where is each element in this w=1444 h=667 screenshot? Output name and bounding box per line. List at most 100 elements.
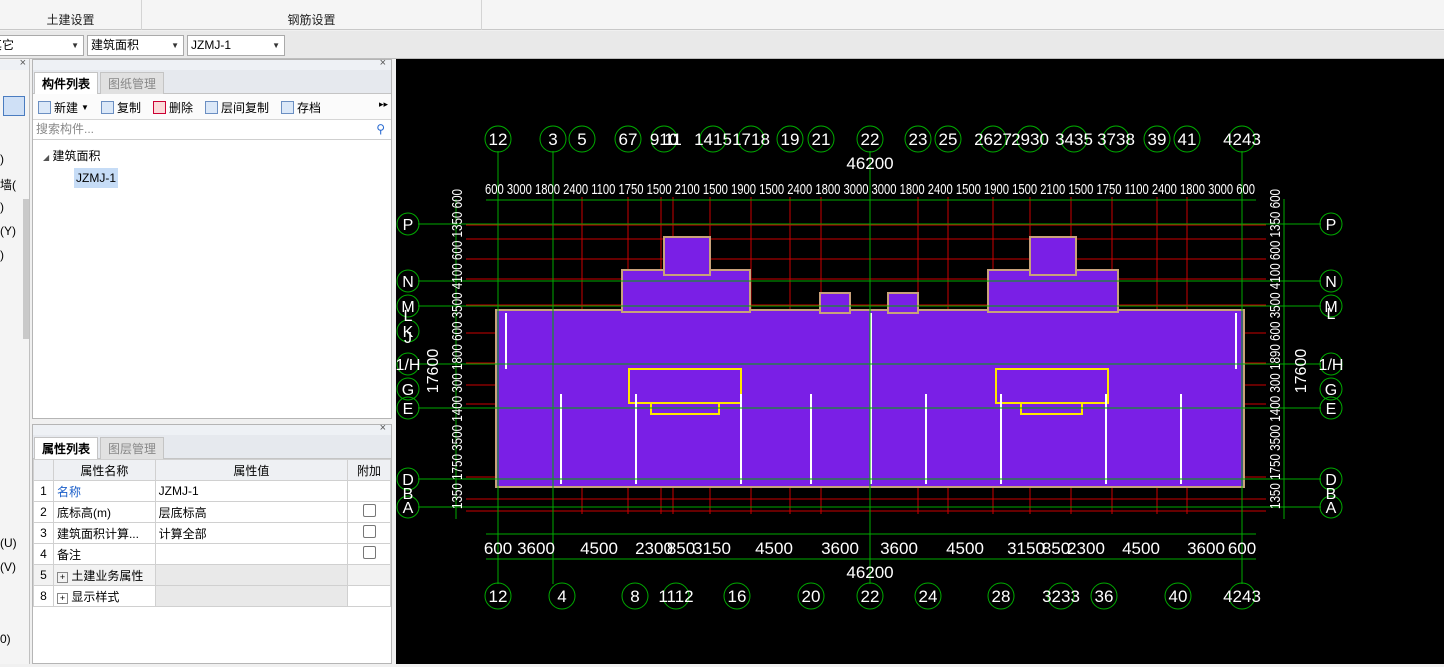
property-value — [154, 564, 349, 586]
component-search-input[interactable]: 搜索构件... ⚲ — [33, 120, 391, 140]
axis-label: G — [402, 382, 414, 399]
tree-root[interactable]: ◢ 建筑面积 — [43, 147, 101, 164]
archive-button[interactable]: 存档 — [281, 99, 321, 116]
floor-select[interactable]: 其它 ▼ — [0, 35, 84, 56]
extra-cell — [347, 522, 391, 544]
nav-item[interactable]: ) — [0, 200, 4, 214]
property-name: 建筑面积计算... — [52, 522, 156, 544]
axis-label: 24 — [919, 587, 938, 606]
left-dimension-string: 1350 1750 3500 1400 300 1800 600 3500 41… — [449, 189, 466, 509]
new-button[interactable]: 新建 ▼ — [38, 99, 89, 116]
nav-item[interactable]: (Y) — [0, 224, 16, 238]
axis-label: 12 — [489, 130, 508, 149]
nav-item[interactable]: (U) — [0, 536, 17, 550]
axis-label: 8 — [630, 587, 639, 606]
table-row[interactable]: 8 + 显示样式 — [33, 585, 391, 607]
axis-label: E — [403, 401, 414, 418]
property-name-cell: + 显示样式 — [52, 585, 156, 607]
copy-button[interactable]: 复制 — [101, 99, 141, 116]
tab-drawing-management[interactable]: 图纸管理 — [100, 72, 165, 94]
table-row[interactable]: 5 + 土建业务属性 — [33, 564, 391, 586]
component-tabs: 构件列表 图纸管理 — [33, 70, 391, 94]
axis-label: 16 — [728, 587, 747, 606]
floor-copy-label: 层间复制 — [221, 101, 270, 115]
table-row[interactable]: 1 名称 JZMJ-1 — [33, 480, 391, 502]
axis-label: 2930 — [1011, 130, 1049, 149]
table-row[interactable]: 3 建筑面积计算... 计算全部 — [33, 522, 391, 544]
dimension-label: 3600 — [517, 539, 555, 558]
rebar-settings-group[interactable]: 钢筋设置 — [142, 0, 482, 30]
axis-label: 20 — [802, 587, 821, 606]
right-total-dimension: 17600 — [1293, 349, 1310, 394]
axis-label: 1/H — [1319, 357, 1344, 374]
expand-icon[interactable]: ◢ — [43, 153, 49, 162]
delete-button[interactable]: 删除 — [153, 99, 193, 116]
right-dimension-string: 1350 1750 3500 1400 300 1890 600 3500 41… — [1267, 189, 1284, 509]
tab-component-list[interactable]: 构件列表 — [34, 72, 99, 94]
drawing-canvas[interactable]: 12 3 5 67 910 11 1415 1718 19 21 22 23 2… — [396, 59, 1444, 664]
nav-item[interactable]: (V) — [0, 560, 16, 574]
dimension-label: 3600 — [1187, 539, 1225, 558]
close-icon[interactable]: × — [380, 57, 386, 69]
dimension-label: 3150 — [1007, 539, 1045, 558]
axis-label: A — [1326, 500, 1337, 517]
floor-plan[interactable]: 12 3 5 67 910 11 1415 1718 19 21 22 23 2… — [396, 59, 1444, 664]
property-value[interactable]: 计算全部 — [154, 522, 349, 544]
header-name: 属性名称 — [52, 459, 156, 481]
property-value[interactable] — [154, 543, 349, 565]
delete-icon — [153, 101, 166, 114]
tab-property-list[interactable]: 属性列表 — [34, 437, 99, 459]
top-dimension-string: 600 3000 1800 2400 1100 1750 1500 2100 1… — [485, 181, 1255, 198]
dimension-label: 3600 — [821, 539, 859, 558]
extra-checkbox[interactable] — [362, 525, 376, 538]
floor-copy-button[interactable]: 层间复制 — [205, 99, 269, 116]
axis-label: 4243 — [1223, 130, 1261, 149]
dimension-label: 4500 — [1122, 539, 1160, 558]
chevron-down-icon: ▼ — [272, 41, 280, 50]
search-icon[interactable]: ⚲ — [376, 120, 385, 139]
component-select[interactable]: JZMJ-1 ▼ — [187, 35, 285, 56]
dimension-label: 4500 — [755, 539, 793, 558]
new-label: 新建 — [54, 101, 79, 115]
property-name: 备注 — [52, 543, 156, 565]
row-index: 8 — [33, 585, 54, 607]
property-value[interactable]: 层底标高 — [154, 501, 349, 523]
table-row[interactable]: 4 备注 — [33, 543, 391, 565]
axis-label: 5 — [577, 130, 586, 149]
close-icon[interactable]: × — [20, 59, 26, 69]
floor-copy-icon — [205, 101, 218, 114]
table-row[interactable]: 2 底标高(m) 层底标高 — [33, 501, 391, 523]
extra-checkbox[interactable] — [362, 504, 376, 517]
component-select-value: JZMJ-1 — [191, 38, 231, 52]
component-tree: ◢ 建筑面积 JZMJ-1 — [33, 140, 391, 412]
tab-layer-management[interactable]: 图层管理 — [100, 437, 165, 459]
close-icon[interactable]: × — [380, 422, 386, 434]
property-value[interactable]: JZMJ-1 — [154, 480, 349, 502]
axis-label: L — [404, 308, 413, 325]
scrollbar[interactable] — [23, 199, 29, 339]
axis-label: E — [1326, 401, 1337, 418]
dimension-label: 600 — [484, 539, 512, 558]
civil-settings-label: 土建设置 — [46, 13, 95, 27]
top-total-dimension: 46200 — [846, 154, 893, 173]
expand-icon[interactable]: + — [56, 592, 68, 604]
calculator-icon[interactable] — [3, 96, 25, 116]
type-select[interactable]: 建筑面积 ▼ — [87, 35, 184, 56]
axis-label: G — [1325, 382, 1337, 399]
more-icon[interactable]: ▸▸ — [379, 99, 388, 110]
axis-label: 3738 — [1097, 130, 1135, 149]
civil-settings-group[interactable]: 土建设置 — [0, 0, 142, 30]
nav-item[interactable]: 0) — [0, 632, 11, 646]
nav-item[interactable]: ) — [0, 152, 4, 166]
tree-item-jzmj1[interactable]: JZMJ-1 — [74, 168, 118, 188]
tree-root-label: 建筑面积 — [52, 149, 101, 163]
extra-checkbox[interactable] — [362, 546, 376, 559]
row-index: 4 — [33, 543, 54, 565]
delete-label: 删除 — [169, 101, 194, 115]
axis-label: 1718 — [732, 130, 770, 149]
row-index: 2 — [33, 501, 54, 523]
nav-item[interactable]: ) — [0, 248, 4, 262]
expand-icon[interactable]: + — [56, 571, 68, 583]
chevron-down-icon: ▼ — [81, 103, 89, 112]
nav-item[interactable]: 墙( — [0, 176, 16, 193]
